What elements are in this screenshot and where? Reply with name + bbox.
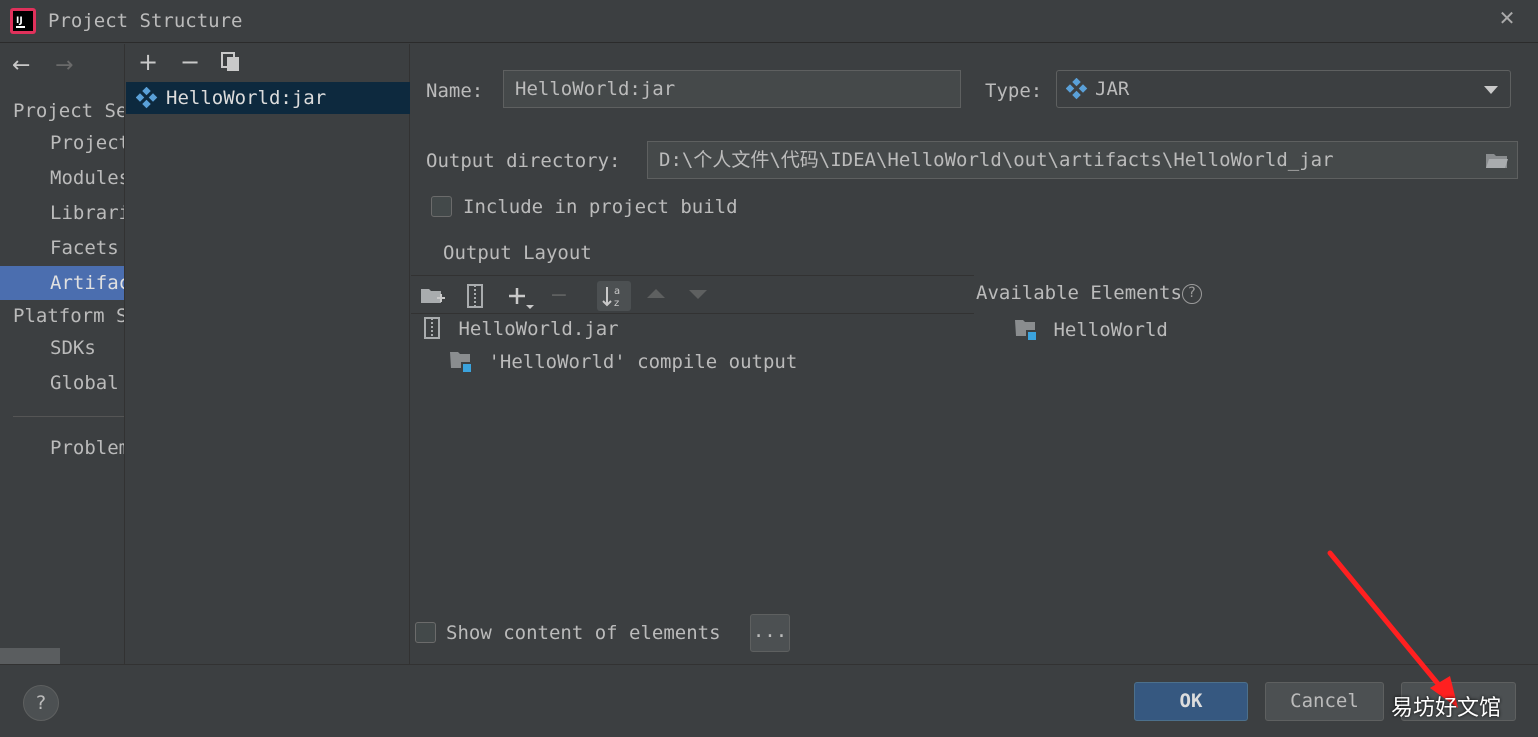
title-bar: IJ Project Structure ✕ (0, 0, 1538, 43)
settings-nav: ← → Project Se Project Modules Librari F… (0, 44, 125, 664)
forward-arrow-icon[interactable]: → (55, 55, 81, 77)
show-content-label: Show content of elements (446, 622, 721, 644)
close-icon[interactable]: ✕ (1496, 7, 1518, 29)
available-tree-label: HelloWorld (1053, 319, 1168, 341)
artifact-list-panel: + − HelloWorld:jar (126, 44, 410, 664)
window-title: Project Structure (48, 10, 243, 32)
name-label: Name: (426, 80, 484, 102)
artifact-label: HelloWorld:jar (166, 87, 327, 109)
artifact-icon (1066, 78, 1088, 100)
show-content-checkbox[interactable] (415, 622, 436, 643)
svg-text:z: z (614, 298, 619, 309)
type-select-value: JAR (1095, 78, 1130, 100)
nav-item-sdks[interactable]: SDKs (0, 331, 124, 365)
nav-item-modules[interactable]: Modules (0, 161, 124, 195)
move-up-icon[interactable] (647, 289, 665, 298)
artifact-icon (136, 87, 158, 109)
output-directory-value: D:\个人文件\代码\IDEA\HelloWorld\out\artifacts… (659, 149, 1334, 171)
layout-tree-row-jar[interactable]: HelloWorld.jar (423, 317, 619, 340)
create-directory-icon[interactable] (417, 281, 447, 311)
type-select[interactable]: JAR (1056, 70, 1511, 108)
jar-icon (424, 317, 440, 339)
available-tree-row-module[interactable]: HelloWorld (1014, 317, 1168, 341)
watermark: 易坊好文馆 (1391, 696, 1502, 721)
help-icon[interactable]: ? (1181, 284, 1202, 304)
layout-tree-label: HelloWorld.jar (458, 318, 619, 340)
archive-icon[interactable] (460, 281, 490, 311)
chevron-down-icon (1484, 86, 1498, 94)
copy-icon[interactable] (220, 51, 242, 73)
list-item-artifact[interactable]: HelloWorld:jar (126, 82, 410, 114)
back-arrow-icon[interactable]: ← (12, 55, 38, 77)
browse-folder-icon[interactable] (1485, 150, 1509, 170)
nav-item-global-libraries[interactable]: Global (0, 366, 124, 400)
remove-artifact-button[interactable]: − (177, 50, 203, 76)
add-copy-of-icon[interactable] (504, 281, 538, 311)
help-button[interactable]: ? (23, 685, 59, 721)
nav-divider (13, 416, 124, 417)
nav-item-project[interactable]: Project (0, 126, 124, 160)
layout-tree-row-compile-output[interactable]: 'HelloWorld' compile output (449, 349, 797, 373)
name-field[interactable]: HelloWorld:jar (503, 70, 961, 108)
module-folder-icon (1015, 320, 1036, 340)
nav-item-artifacts[interactable]: Artifac (0, 266, 124, 300)
layout-tree-label: 'HelloWorld' compile output (488, 351, 798, 373)
include-in-build-checkbox[interactable] (431, 196, 452, 217)
available-elements-label: Available Elements (976, 282, 1182, 304)
nav-item-problems[interactable]: Problem (0, 431, 124, 465)
nav-horizontal-scrollbar[interactable] (0, 648, 60, 664)
module-folder-icon (450, 352, 471, 372)
output-directory-field[interactable]: D:\个人文件\代码\IDEA\HelloWorld\out\artifacts… (647, 141, 1518, 179)
output-layout-label: Output Layout (443, 242, 592, 264)
nav-item-facets[interactable]: Facets (0, 231, 124, 265)
nav-section-project-settings: Project Se (13, 100, 125, 122)
output-layout-toolbar: − a z (411, 275, 974, 314)
svg-text:IJ: IJ (16, 16, 23, 26)
dialog-footer: ? OK Cancel (0, 664, 1538, 737)
intellij-app-icon: IJ (10, 8, 36, 34)
nav-section-platform-settings: Platform S (13, 305, 125, 327)
svg-text:a: a (614, 286, 620, 297)
artifact-list-toolbar: + − (126, 44, 410, 81)
include-in-build-label: Include in project build (463, 196, 738, 218)
output-directory-label: Output directory: (426, 150, 621, 172)
remove-element-icon[interactable]: − (544, 281, 574, 311)
type-label: Type: (985, 80, 1043, 102)
add-artifact-button[interactable]: + (135, 50, 161, 76)
ellipsis-button[interactable]: ... (750, 614, 790, 652)
ok-button[interactable]: OK (1134, 682, 1248, 721)
sort-alphabetically-icon[interactable]: a z (597, 281, 631, 311)
move-down-icon[interactable] (689, 290, 707, 299)
available-elements-header: Available Elements? (976, 282, 1202, 304)
nav-item-libraries[interactable]: Librari (0, 196, 124, 230)
